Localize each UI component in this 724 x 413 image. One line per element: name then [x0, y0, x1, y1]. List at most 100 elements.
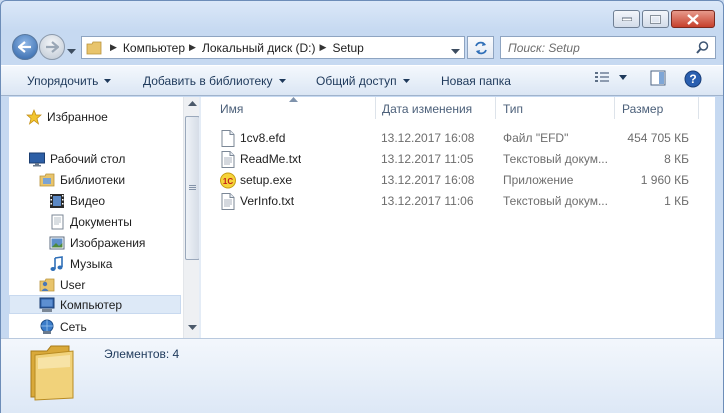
organize-label: Упорядочить [27, 74, 99, 88]
new-folder-label: Новая папка [441, 74, 511, 88]
column-header-date[interactable]: Дата изменения [382, 102, 472, 116]
items-count: Элементов: 4 [104, 347, 180, 361]
column-divider[interactable] [698, 97, 699, 119]
tree-label: Библиотеки [60, 172, 126, 187]
tree-item-libraries[interactable]: Библиотеки [39, 170, 125, 189]
refresh-button[interactable] [467, 36, 494, 59]
tree-item-documents[interactable]: Документы [49, 212, 132, 231]
preview-pane-icon [650, 70, 666, 86]
forward-button[interactable] [39, 34, 65, 60]
file-date: 13.12.2017 11:06 [381, 194, 474, 208]
file-size: 1 960 КБ [640, 173, 689, 187]
view-details-icon [595, 72, 609, 82]
generic-file-icon [221, 130, 235, 147]
svg-text:1С: 1С [223, 177, 233, 186]
close-button[interactable] [671, 10, 715, 28]
add-to-library-menu[interactable]: Добавить в библиотеку [143, 74, 286, 88]
search-input[interactable] [508, 40, 688, 55]
recent-pages-dropdown[interactable] [67, 44, 76, 58]
file-row[interactable]: VerInfo.txt 13.12.2017 11:06 Текстовый д… [201, 191, 715, 212]
tree-label: Изображения [70, 235, 146, 250]
video-icon [49, 193, 65, 209]
column-divider[interactable] [614, 97, 615, 119]
column-header-type[interactable]: Тип [503, 102, 523, 116]
file-size: 8 КБ [664, 152, 689, 166]
help-button[interactable]: ? [684, 70, 702, 88]
column-header-size[interactable]: Размер [622, 102, 663, 116]
folder-icon [86, 41, 102, 54]
tree-label: Документы [70, 214, 132, 229]
sort-ascending-icon [289, 97, 298, 102]
chevron-down-icon [278, 79, 286, 83]
column-headers: Имя Дата изменения Тип Размер [201, 97, 715, 121]
breadcrumb-separator[interactable]: ▶ [320, 42, 327, 53]
music-note-icon [49, 255, 65, 272]
tree-label: Рабочий стол [50, 151, 126, 166]
search-icon[interactable] [696, 41, 709, 54]
file-row[interactable]: 1cv8.efd 13.12.2017 16:08 Файл "EFD" 454… [201, 128, 715, 149]
text-file-icon [221, 151, 235, 168]
file-row[interactable]: ReadMe.txt 13.12.2017 11:05 Текстовый до… [201, 149, 715, 170]
scroll-down-icon[interactable] [188, 325, 197, 331]
grip-icon [189, 185, 196, 190]
arrow-right-icon [46, 41, 59, 53]
tree-label: Видео [70, 193, 106, 208]
file-date: 13.12.2017 11:05 [381, 152, 474, 166]
network-icon [39, 319, 55, 335]
chevron-down-icon [402, 79, 410, 83]
back-button[interactable] [12, 34, 38, 60]
search-box[interactable] [500, 36, 716, 59]
breadcrumb-local-disk[interactable]: Локальный диск (D:) [202, 41, 316, 55]
tree-item-computer[interactable]: Компьютер [9, 295, 181, 314]
maximize-button[interactable] [642, 10, 669, 28]
tree-item-music[interactable]: Музыка [49, 254, 112, 273]
folder-icon [30, 345, 74, 401]
tree-item-video[interactable]: Видео [49, 191, 105, 210]
tree-label: User [60, 277, 86, 292]
address-history-dropdown[interactable] [451, 44, 460, 58]
share-menu[interactable]: Общий доступ [316, 74, 410, 88]
tree-item-favorites[interactable]: Избранное [26, 107, 108, 126]
command-bar: Упорядочить Добавить в библиотеку Общий … [1, 65, 723, 96]
maximize-icon [650, 14, 661, 24]
scroll-up-icon[interactable] [188, 101, 197, 107]
chevron-down-icon [67, 49, 76, 54]
column-divider[interactable] [375, 97, 376, 119]
new-folder-button[interactable]: Новая папка [441, 74, 511, 88]
tree-item-network[interactable]: Сеть [39, 317, 87, 336]
tree-item-desktop[interactable]: Рабочий стол [29, 149, 125, 168]
details-pane: Элементов: 4 [1, 338, 723, 413]
address-bar[interactable]: ▶ Компьютер ▶ Локальный диск (D:) ▶ Setu… [81, 36, 465, 59]
tree-label: Компьютер [60, 297, 123, 312]
tree-item-images[interactable]: Изображения [49, 233, 145, 252]
star-icon [26, 108, 42, 125]
column-header-name[interactable]: Имя [220, 102, 243, 116]
preview-pane-button[interactable] [650, 70, 666, 86]
breadcrumb-separator[interactable]: ▶ [189, 42, 196, 53]
minimize-button[interactable] [613, 10, 640, 28]
1c-app-icon: 1С [220, 172, 236, 189]
file-type: Текстовый докум... [503, 152, 608, 166]
chevron-down-icon [104, 79, 112, 83]
svg-text:?: ? [689, 72, 696, 86]
file-date: 13.12.2017 16:08 [381, 173, 475, 187]
help-icon: ? [684, 70, 702, 88]
breadcrumb-setup[interactable]: Setup [332, 41, 363, 55]
file-date: 13.12.2017 16:08 [381, 131, 475, 145]
refresh-icon [474, 41, 487, 54]
desktop-icon [29, 151, 45, 167]
navigation-bar: ▶ Компьютер ▶ Локальный диск (D:) ▶ Setu… [1, 31, 724, 63]
text-file-icon [221, 193, 235, 210]
file-name: VerInfo.txt [240, 194, 295, 208]
change-view-button[interactable] [594, 70, 627, 84]
organize-menu[interactable]: Упорядочить [27, 74, 112, 88]
navigation-scrollbar[interactable] [183, 97, 200, 338]
breadcrumb-separator[interactable]: ▶ [110, 42, 117, 53]
breadcrumb-computer[interactable]: Компьютер [123, 41, 185, 55]
column-divider[interactable] [495, 97, 496, 119]
scroll-thumb[interactable] [185, 116, 200, 260]
file-type: Файл "EFD" [503, 131, 569, 145]
file-row[interactable]: 1С setup.exe 13.12.2017 16:08 Приложение… [201, 170, 715, 191]
tree-item-user[interactable]: User [39, 275, 85, 294]
libraries-icon [39, 172, 55, 188]
